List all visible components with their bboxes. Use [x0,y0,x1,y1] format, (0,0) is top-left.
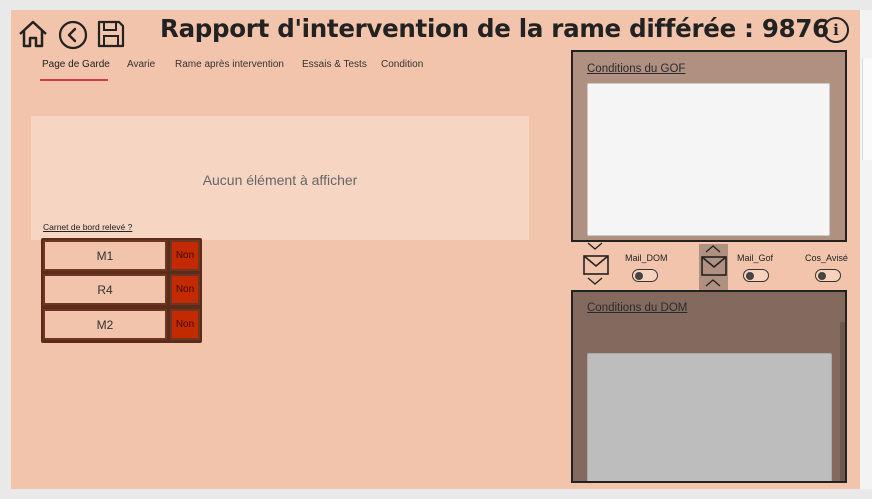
side-pane-tab[interactable] [862,58,872,160]
home-icon[interactable] [16,18,50,50]
tab-condition[interactable]: Condition [381,59,423,70]
gof-conditions-panel: Conditions du GOF [571,50,847,242]
toggle-label-mail-gof: Mail_Gof [737,253,774,263]
tab-avarie[interactable]: Avarie [127,59,155,70]
gof-text-input[interactable] [587,83,830,236]
carnet-row: M1 Non [43,240,200,271]
toggle-knob [818,271,826,280]
carnet-label: Carnet de bord relevé ? [43,222,133,232]
dom-text-input[interactable] [587,353,832,481]
empty-message: Aucun élément à afficher [202,172,358,188]
dom-title: Conditions du DOM [587,302,688,314]
toggle-label-cos-avise: Cos_Avisé [805,253,848,263]
mail-gof-toggle[interactable] [743,269,769,282]
mail-icon[interactable] [582,254,610,276]
dom-scrollbar[interactable] [840,322,845,481]
toggle-knob [746,271,754,280]
tab-essais-tests[interactable]: Essais & Tests [302,59,367,70]
dom-conditions-panel: Conditions du DOM [571,290,847,483]
carnet-status-toggle[interactable]: Non [170,240,200,271]
gof-title: Conditions du GOF [587,63,686,75]
carnet-car-name: M1 [43,240,167,271]
carnet-row: M2 Non [43,309,200,340]
cos-avise-toggle[interactable] [815,269,841,282]
tab-rame-apres-intervention[interactable]: Rame après intervention [175,59,284,70]
mail-dom-toggle[interactable] [632,269,658,282]
chevron-down-icon[interactable] [587,277,603,289]
info-icon[interactable]: i [823,17,849,43]
carnet-row: R4 Non [43,274,200,305]
active-tab-underline [40,79,108,81]
carnet-status-toggle[interactable]: Non [170,309,200,340]
toggle-knob [635,271,643,280]
chevron-up-icon[interactable] [705,278,721,290]
save-disk-icon[interactable] [95,18,127,50]
back-circle-icon[interactable] [57,19,89,51]
carnet-status-toggle[interactable]: Non [170,274,200,305]
toggle-label-mail-dom: Mail_DOM [625,253,668,263]
carnet-car-name: R4 [43,274,167,305]
carnet-table: M1 Non R4 Non M2 Non [41,238,202,343]
page-title: Rapport d'intervention de la rame différ… [160,14,829,43]
app-canvas: Rapport d'intervention de la rame différ… [11,10,860,489]
mail-icon[interactable] [700,255,728,277]
chevron-down-icon[interactable] [587,242,603,254]
tab-page-de-garde[interactable]: Page de Garde [42,59,110,70]
side-pane-strip [860,10,872,489]
carnet-car-name: M2 [43,309,167,340]
